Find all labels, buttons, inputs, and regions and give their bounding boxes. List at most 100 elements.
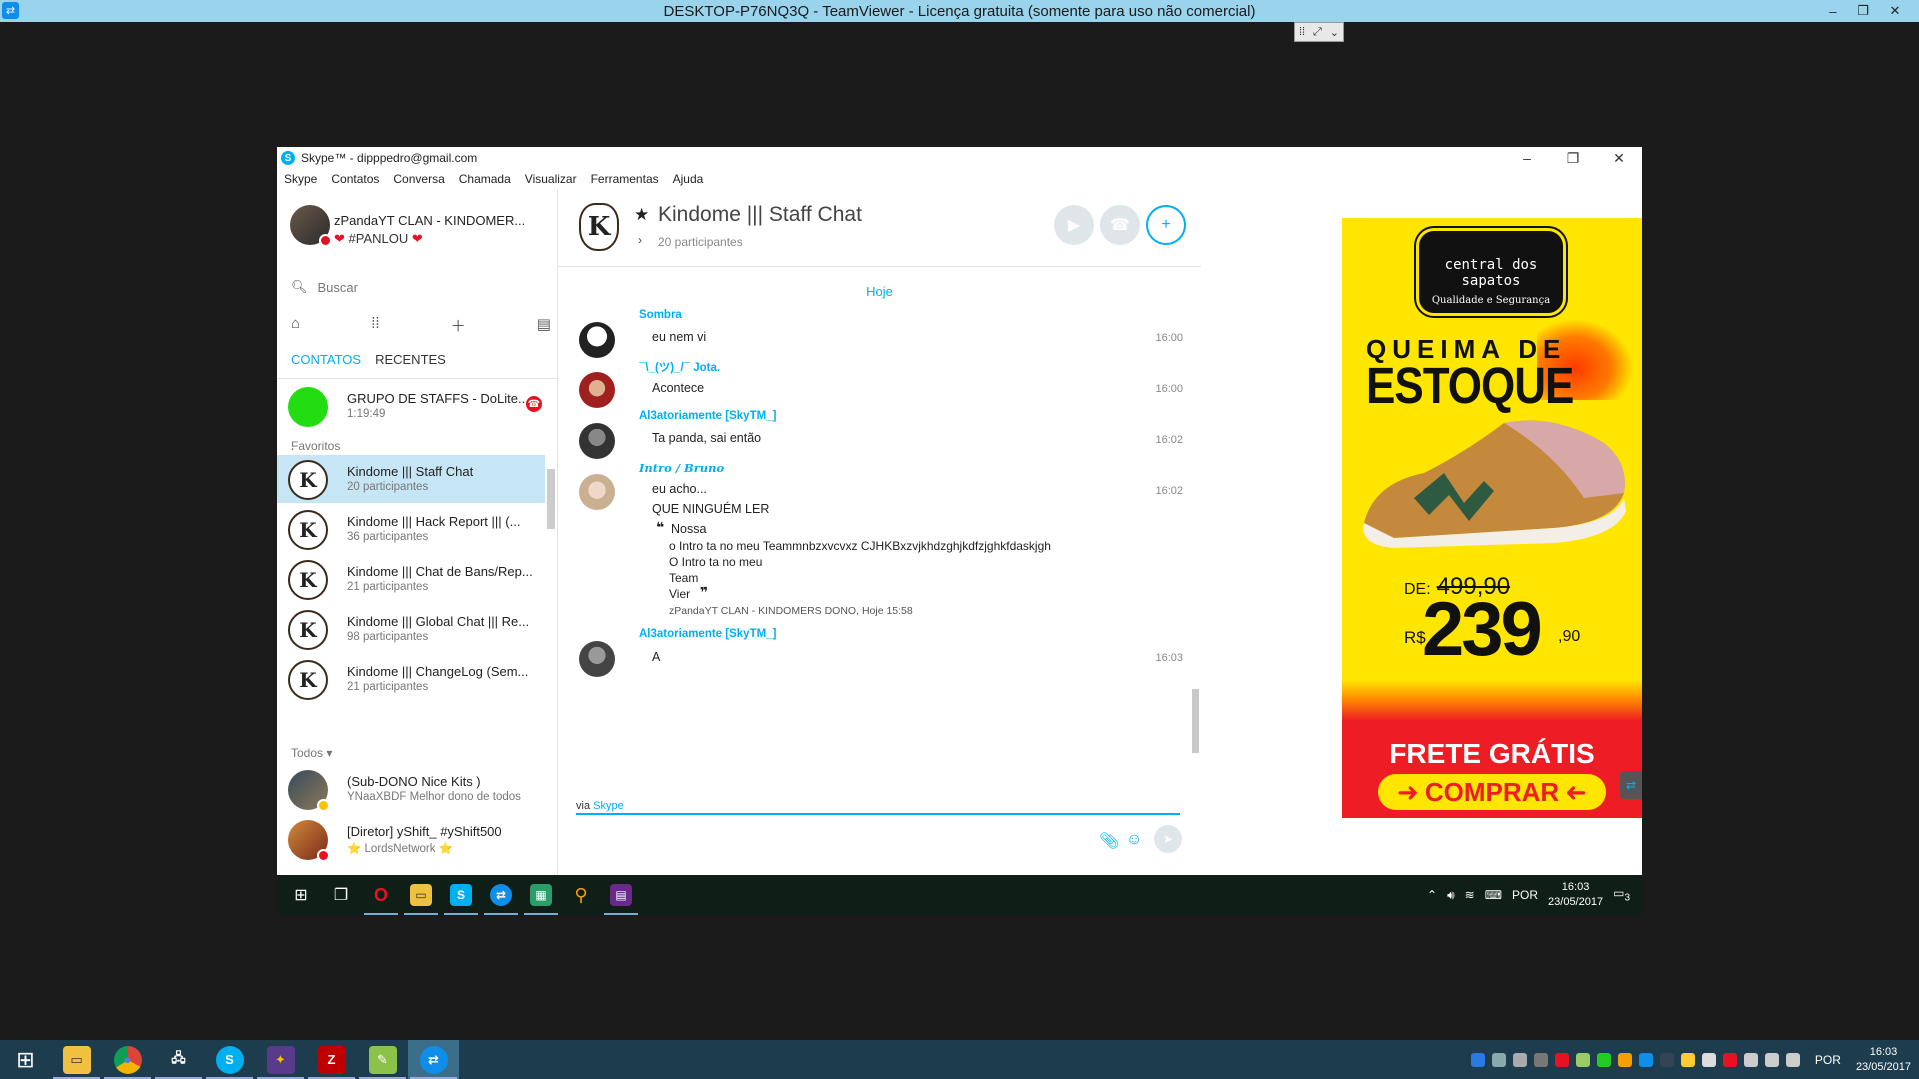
list-item[interactable]: K Kindome ||| Hack Report ||| (... 36 pa…	[277, 505, 545, 553]
tray-app-icon[interactable]	[1512, 1052, 1527, 1067]
teamviewer-tray-icon[interactable]	[1638, 1052, 1653, 1067]
list-item[interactable]: K Kindome ||| ChangeLog (Sem... 21 parti…	[277, 655, 545, 703]
list-item[interactable]: K Kindome ||| Global Chat ||| Re... 98 p…	[277, 605, 545, 653]
tray-app-icon[interactable]	[1533, 1052, 1548, 1067]
avatar[interactable]	[579, 322, 615, 358]
voice-call-button[interactable]: ☎	[1100, 205, 1140, 245]
all-contacts-dropdown[interactable]: Todos ▾	[291, 746, 332, 760]
participants-count[interactable]: 20 participantes	[658, 235, 743, 249]
list-item[interactable]: (Sub-DONO Nice Kits ) YNaaXBDF Melhor do…	[277, 765, 545, 813]
tv-close-button[interactable]: ✕	[1880, 0, 1910, 22]
tv-toolbar-chevron-down-icon[interactable]: ⌄	[1330, 26, 1339, 39]
network-icon[interactable]: ≋	[1465, 888, 1475, 902]
via-skype-link[interactable]: Skype	[593, 800, 624, 812]
tray-app-icon[interactable]	[1722, 1052, 1737, 1067]
tab-recentes[interactable]: RECENTES	[375, 352, 446, 367]
windows-start-icon[interactable]: ⊞	[281, 875, 321, 915]
skype-close-button[interactable]: ✕	[1597, 147, 1641, 169]
active-call-row[interactable]: GRUPO DE STAFFS - DoLite... 1:19:49 ☎	[277, 382, 545, 430]
app-taskbar-icon[interactable]: ▦	[521, 875, 561, 915]
menu-skype[interactable]: Skype	[284, 172, 317, 186]
onedrive-icon[interactable]	[1743, 1052, 1758, 1067]
chevron-right-icon[interactable]: ›	[638, 233, 642, 247]
tray-app-icon[interactable]	[1575, 1052, 1590, 1067]
skype-taskbar-icon[interactable]: S	[441, 875, 481, 915]
flag-icon[interactable]	[1701, 1052, 1716, 1067]
favorite-star-icon[interactable]: ★	[634, 205, 649, 225]
winrar-icon[interactable]: ▤	[601, 875, 641, 915]
add-people-button[interactable]: +	[1146, 205, 1186, 245]
avatar[interactable]	[290, 205, 332, 247]
hang-up-icon[interactable]: ☎	[526, 396, 542, 412]
menu-chamada[interactable]: Chamada	[459, 172, 511, 186]
chrome-icon[interactable]: ●	[102, 1040, 153, 1079]
menu-conversa[interactable]: Conversa	[393, 172, 444, 186]
message-input[interactable]	[576, 813, 1180, 815]
chevron-up-icon[interactable]: ⌃	[1427, 888, 1437, 902]
sidebar-scrollbar[interactable]	[547, 469, 555, 529]
profile-name[interactable]: zPandaYT CLAN - KINDOMER...	[334, 213, 524, 228]
teamviewer-taskbar-icon[interactable]: ⇄	[481, 875, 521, 915]
dialpad-icon[interactable]: ⁞⁞	[371, 315, 379, 336]
windows-start-icon[interactable]: ⊞	[0, 1040, 51, 1079]
chat-title[interactable]: Kindome ||| Staff Chat	[658, 203, 862, 227]
network-tool-icon[interactable]: 🖧︎	[153, 1040, 204, 1079]
avatar[interactable]	[579, 372, 615, 408]
tray-app-icon[interactable]	[1596, 1052, 1611, 1067]
menu-ferramentas[interactable]: Ferramentas	[591, 172, 659, 186]
teamviewer-side-tab-icon[interactable]: ⇄	[1620, 771, 1642, 799]
tray-app-icon[interactable]	[1680, 1052, 1695, 1067]
home-icon[interactable]: ⌂	[291, 315, 300, 336]
avatar[interactable]	[579, 641, 615, 677]
chat-scrollbar[interactable]	[1192, 689, 1199, 753]
remote-clock[interactable]: 16:03 23/05/2017	[1548, 880, 1603, 910]
my-profile[interactable]	[290, 205, 332, 247]
message-author[interactable]: Intro / Bruno	[639, 461, 724, 475]
tv-restore-button[interactable]: ❐	[1848, 0, 1878, 22]
message-author[interactable]: Al3atoriamente [SkyTM_]	[639, 410, 776, 422]
list-item[interactable]: K Kindome ||| Staff Chat 20 participante…	[277, 455, 545, 503]
keyboard-icon[interactable]: ⌨	[1485, 888, 1502, 902]
filezilla-icon[interactable]: Z	[306, 1040, 357, 1079]
advertisement-banner[interactable]: central dos sapatos Qualidade e Seguranç…	[1342, 218, 1642, 818]
skype-taskbar-icon[interactable]: S	[204, 1040, 255, 1079]
file-explorer-icon[interactable]: ▭	[51, 1040, 102, 1079]
avatar[interactable]	[579, 423, 615, 459]
google-drive-icon[interactable]	[1470, 1052, 1485, 1067]
tv-minimize-button[interactable]: –	[1818, 0, 1848, 22]
paperclip-icon[interactable]: 📎︎	[1099, 831, 1119, 851]
message-author[interactable]: ¯\_(ツ)_/¯ Jota.	[639, 359, 720, 375]
search-app-icon[interactable]: ⚲	[561, 875, 601, 915]
steam-icon[interactable]	[1659, 1052, 1674, 1067]
emoticon-icon[interactable]: ☺	[1126, 831, 1142, 849]
list-item[interactable]: K Kindome ||| Chat de Bans/Rep... 21 par…	[277, 555, 545, 603]
skype-minimize-button[interactable]: –	[1505, 147, 1549, 169]
contact-card-icon[interactable]: ▤	[537, 315, 551, 336]
tray-app-icon[interactable]	[1554, 1052, 1569, 1067]
menu-contatos[interactable]: Contatos	[331, 172, 379, 186]
task-view-icon[interactable]: ❐	[321, 875, 361, 915]
language-indicator[interactable]: POR	[1512, 888, 1538, 902]
avatar[interactable]	[579, 474, 615, 510]
profile-mood[interactable]: ❤ #PANLOU ❤	[334, 231, 423, 247]
host-clock[interactable]: 16:03 23/05/2017	[1856, 1045, 1911, 1075]
tray-app-icon[interactable]	[1491, 1052, 1506, 1067]
volume-icon[interactable]: 🔊︎	[1447, 888, 1455, 903]
message-author[interactable]: Al3atoriamente [SkyTM_]	[639, 628, 776, 640]
message-author[interactable]: Sombra	[639, 309, 682, 321]
ad-comprar-button[interactable]: ➜ COMPRAR ➜	[1378, 774, 1606, 810]
video-call-button[interactable]: ▶	[1054, 205, 1094, 245]
skype-maximize-button[interactable]: ❐	[1551, 147, 1595, 169]
tv-floating-toolbar[interactable]: ⁞⁞ ⤢ ⌄	[1294, 22, 1344, 42]
list-item[interactable]: [Diretor] yShift_ #yShift500 ⭐ LordsNetw…	[277, 815, 545, 863]
game-launcher-icon[interactable]: ✦	[255, 1040, 306, 1079]
language-indicator[interactable]: POR	[1815, 1053, 1841, 1067]
volume-icon[interactable]	[1785, 1052, 1800, 1067]
network-icon[interactable]	[1764, 1052, 1779, 1067]
opera-icon[interactable]: O	[361, 875, 401, 915]
notification-center-icon[interactable]: ▭3	[1613, 886, 1630, 903]
search-box[interactable]: 🔍︎ Buscar	[291, 277, 541, 297]
file-explorer-icon[interactable]: ▭	[401, 875, 441, 915]
search-input[interactable]: Buscar	[318, 280, 358, 295]
menu-ajuda[interactable]: Ajuda	[673, 172, 704, 186]
